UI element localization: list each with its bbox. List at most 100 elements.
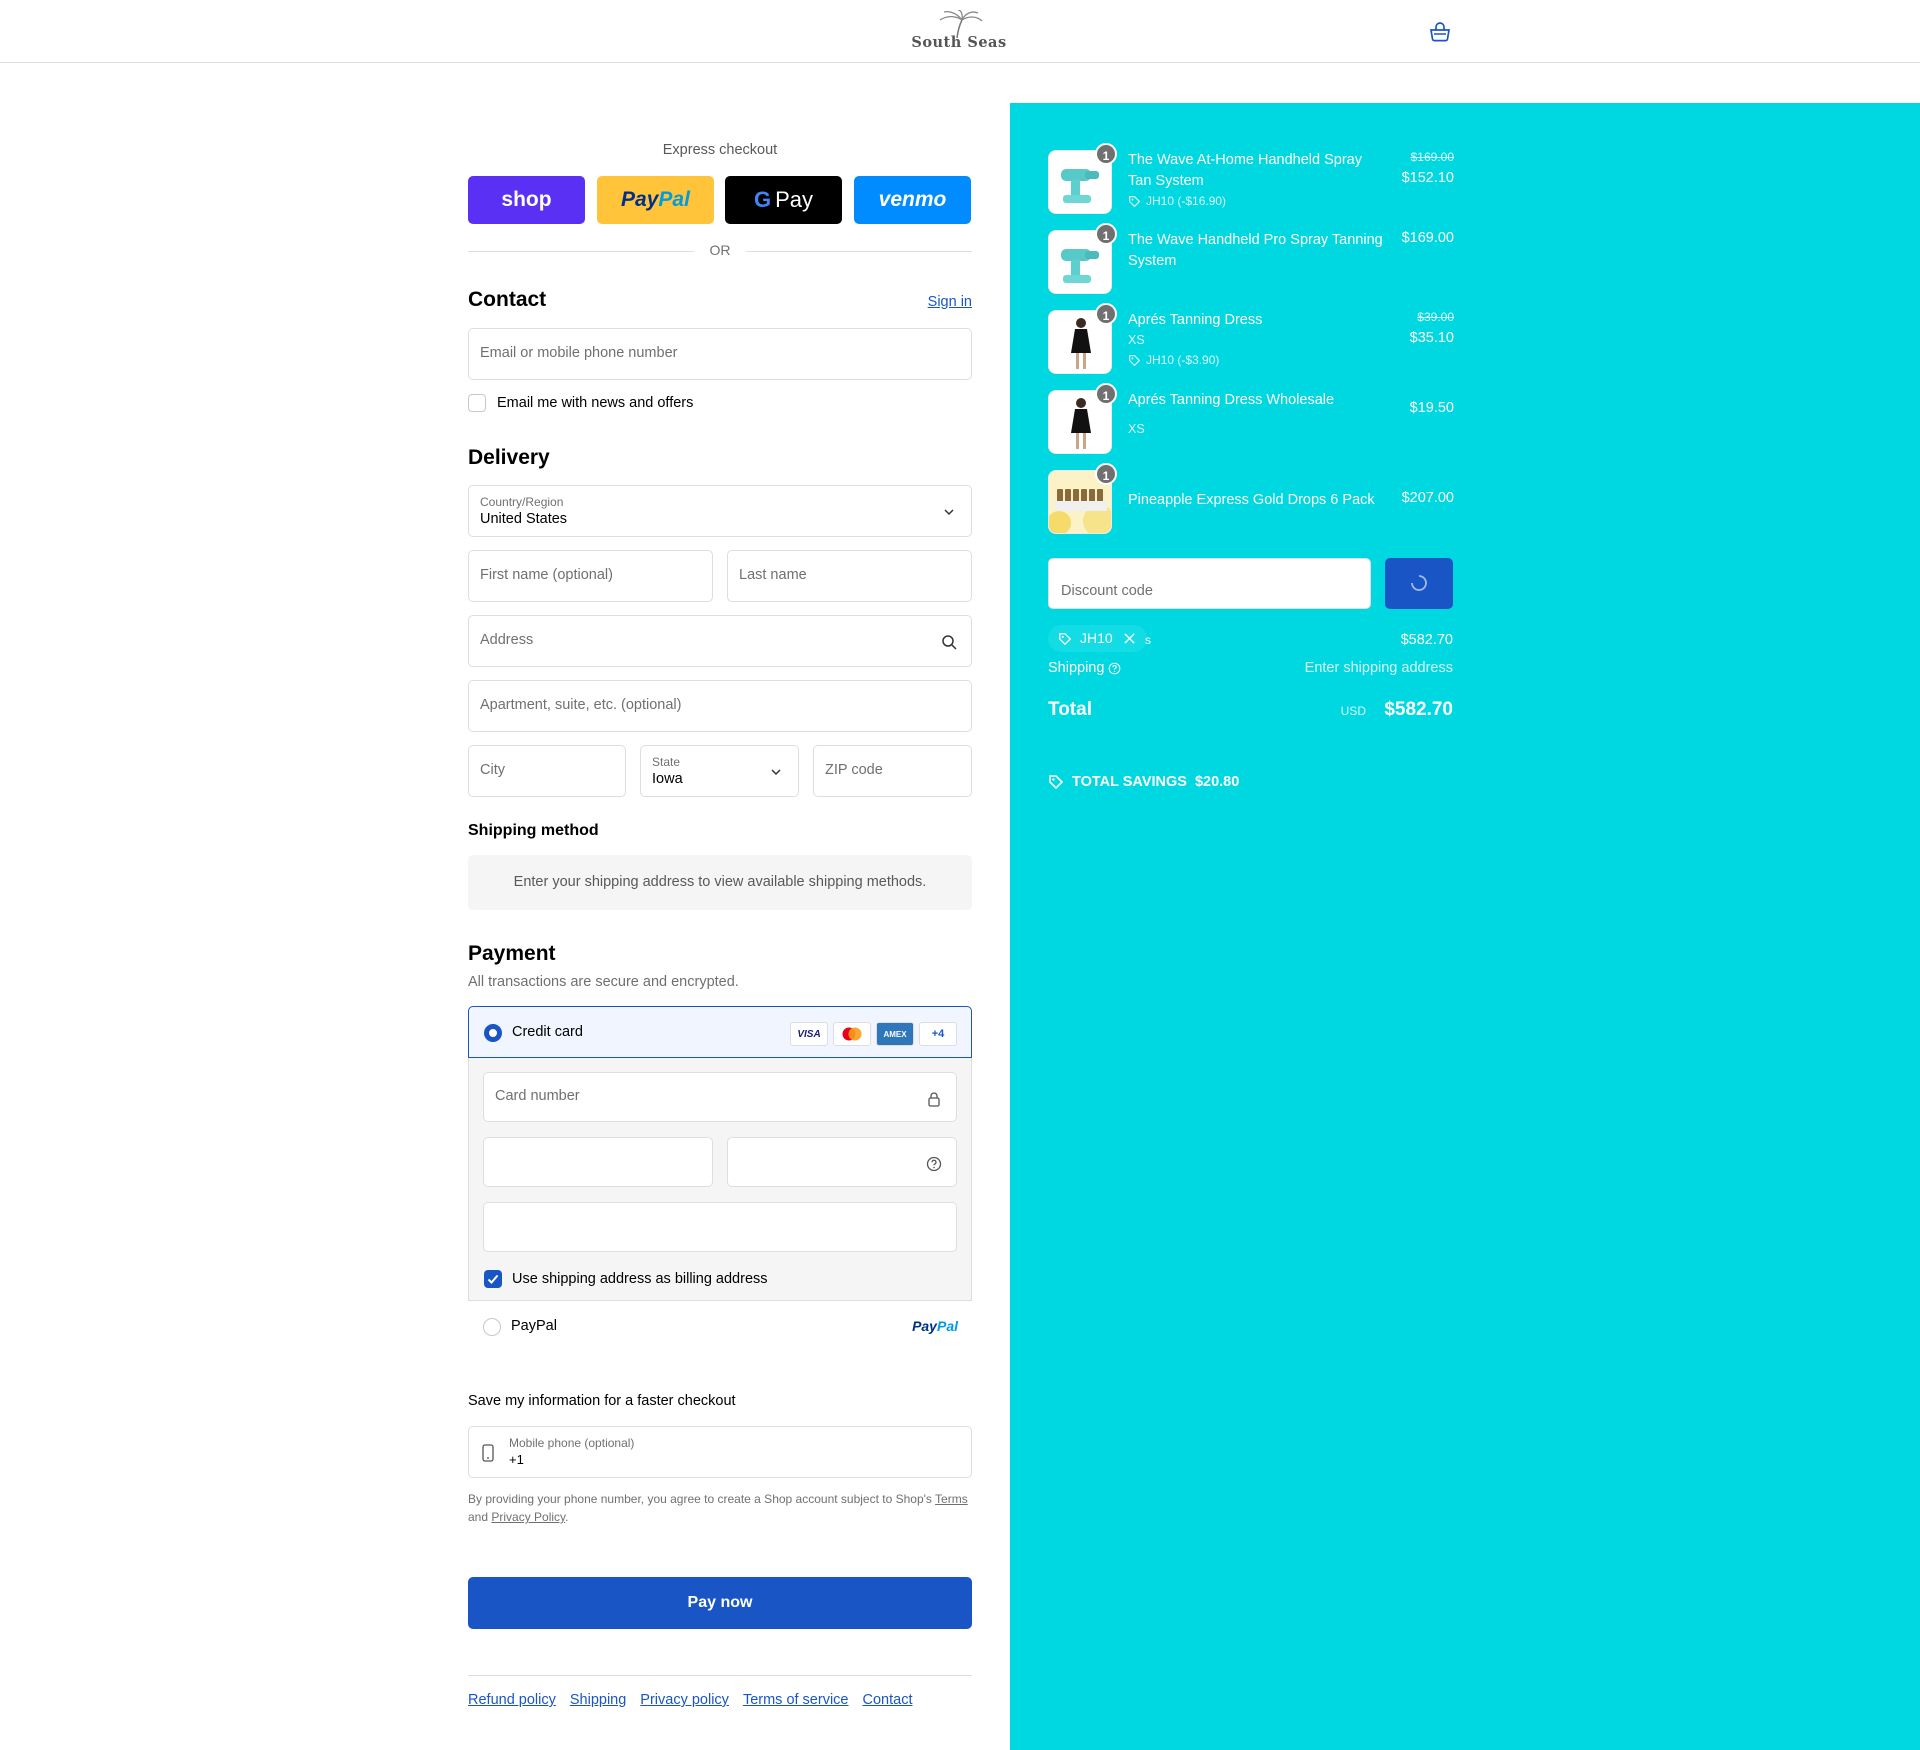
email-field[interactable]: Email or mobile phone number [468,328,972,380]
email-placeholder: Email or mobile phone number [480,345,678,361]
total-currency: USD [1340,704,1366,718]
sign-in-link[interactable]: Sign in [928,294,972,310]
credit-card-radio[interactable] [484,1024,502,1042]
address-field[interactable]: Address [468,615,972,667]
quantity-badge: 1 [1095,143,1117,165]
shop-legal-text: By providing your phone number, you agre… [468,1490,972,1526]
shop-pay-button[interactable]: shop [468,176,585,224]
brand-logo[interactable]: South Seas [900,9,1018,54]
google-pay-button[interactable]: G Pay [725,176,842,224]
contact-link[interactable]: Contact [863,1692,913,1708]
name-on-card-field[interactable] [483,1202,957,1252]
item-name: The Wave Handheld Pro Spray Tanning Syst… [1128,232,1383,269]
legal-sentence: By providing your phone number, you agre… [468,1492,932,1506]
shipping-method-heading: Shipping method [468,822,599,839]
shipping-method-message: Enter your shipping address to view avai… [468,855,972,910]
item-variant: XS [1128,333,1145,347]
help-circle-icon[interactable] [926,1156,942,1172]
last-name-field[interactable]: Last name [727,550,972,602]
legal-and: and [468,1510,489,1524]
terms-of-service-link[interactable]: Terms of service [743,1692,849,1708]
chevron-down-icon [771,769,781,776]
tag-icon [1059,633,1072,646]
shipping-link[interactable]: Shipping [570,1692,626,1708]
item-price: $169.00 [1401,230,1454,246]
item-price: $19.50 [1409,400,1454,416]
first-name-placeholder: First name (optional) [480,567,613,583]
pay-now-button[interactable]: Pay now [468,1577,972,1629]
newsletter-label: Email me with news and offers [497,395,694,411]
more-cards-badge: +4 [919,1022,957,1046]
country-label: Country/Region [480,495,564,509]
security-code-field[interactable] [727,1137,957,1187]
item-name: Aprés Tanning Dress Wholesale [1128,392,1335,408]
paypal-option-label: PayPal [511,1318,557,1334]
shop-privacy-link[interactable]: Privacy Policy [491,1510,565,1524]
loading-spinner-icon [1411,575,1427,591]
total-label: Total [1048,699,1092,720]
item-price: $35.10 [1409,330,1454,346]
quantity-badge: 1 [1095,223,1117,245]
expiration-date-field[interactable] [483,1137,713,1187]
order-item: 1 Pineapple Express Gold Drops 6 Pack $2… [1048,463,1454,538]
close-icon[interactable] [1123,632,1136,645]
or-divider: OR [468,242,972,260]
last-name-placeholder: Last name [739,567,807,583]
tag-icon [1129,195,1141,207]
paypal-logo-pal: Pal [936,1318,958,1334]
apartment-field[interactable]: Apartment, suite, etc. (optional) [468,680,972,732]
help-circle-icon[interactable] [1108,662,1121,675]
payment-heading: Payment [468,942,556,965]
footer-links: Refund policy Shipping Privacy policy Terms… [468,1692,926,1708]
quantity-badge: 1 [1095,383,1117,405]
subtotal-label-fragment: s [1145,633,1151,647]
newsletter-checkbox[interactable] [468,394,486,412]
legal-period: . [565,1510,569,1524]
tag-icon [1049,775,1064,790]
country-select[interactable]: Country/Region United States [468,485,972,537]
city-field[interactable]: City [468,745,626,797]
payment-methods: Credit card VISA AMEX +4 Card number Use… [468,1006,972,1352]
amex-icon: AMEX [876,1022,914,1046]
bag-icon[interactable] [1428,21,1452,43]
state-label: State [652,755,681,769]
paypal-label-pay: Pay [621,188,659,211]
shop-terms-link[interactable]: Terms [935,1492,968,1506]
city-placeholder: City [480,762,505,778]
total-value: $582.70 [1384,699,1453,720]
billing-address-checkbox[interactable] [484,1270,502,1288]
header: South Seas [0,0,1920,63]
divider-line-right [746,251,972,252]
mastercard-icon [833,1022,871,1046]
credit-card-option[interactable]: Credit card VISA AMEX +4 [468,1006,972,1058]
item-discount-text: JH10 (-$16.90) [1146,194,1227,208]
card-number-field[interactable]: Card number [483,1072,957,1122]
divider-line-left [468,251,694,252]
refund-policy-link[interactable]: Refund policy [468,1692,556,1708]
venmo-button[interactable]: venmo [854,176,971,224]
privacy-policy-link[interactable]: Privacy policy [640,1692,729,1708]
first-name-field[interactable]: First name (optional) [468,550,713,602]
payment-subtitle: All transactions are secure and encrypte… [468,974,739,990]
save-info-heading: Save my information for a faster checkou… [468,1393,736,1409]
google-pay-label: Pay [775,187,814,212]
tag-icon [1129,354,1141,366]
footer-divider [468,1675,972,1676]
mobile-phone-field[interactable]: Mobile phone (optional) +1 [468,1426,972,1478]
contact-heading: Contact [468,288,547,311]
billing-address-label: Use shipping address as billing address [512,1271,768,1287]
apply-discount-button[interactable] [1385,558,1453,609]
paypal-radio[interactable] [483,1318,501,1336]
zip-field[interactable]: ZIP code [813,745,972,797]
discount-code-field[interactable]: Discount code [1048,558,1371,609]
delivery-heading: Delivery [468,446,550,469]
quantity-badge: 1 [1095,303,1117,325]
paypal-button[interactable]: Pay Pal [597,176,714,224]
paypal-logo: PayPal [912,1318,958,1334]
state-select[interactable]: State Iowa [640,745,799,797]
card-number-placeholder: Card number [495,1088,580,1104]
order-item: 1 Aprés Tanning Dress Wholesale XS $19.5… [1048,383,1454,458]
paypal-option[interactable]: PayPal PayPal [468,1300,972,1352]
credit-card-label: Credit card [512,1024,583,1040]
total-savings-value: $20.80 [1194,774,1240,790]
